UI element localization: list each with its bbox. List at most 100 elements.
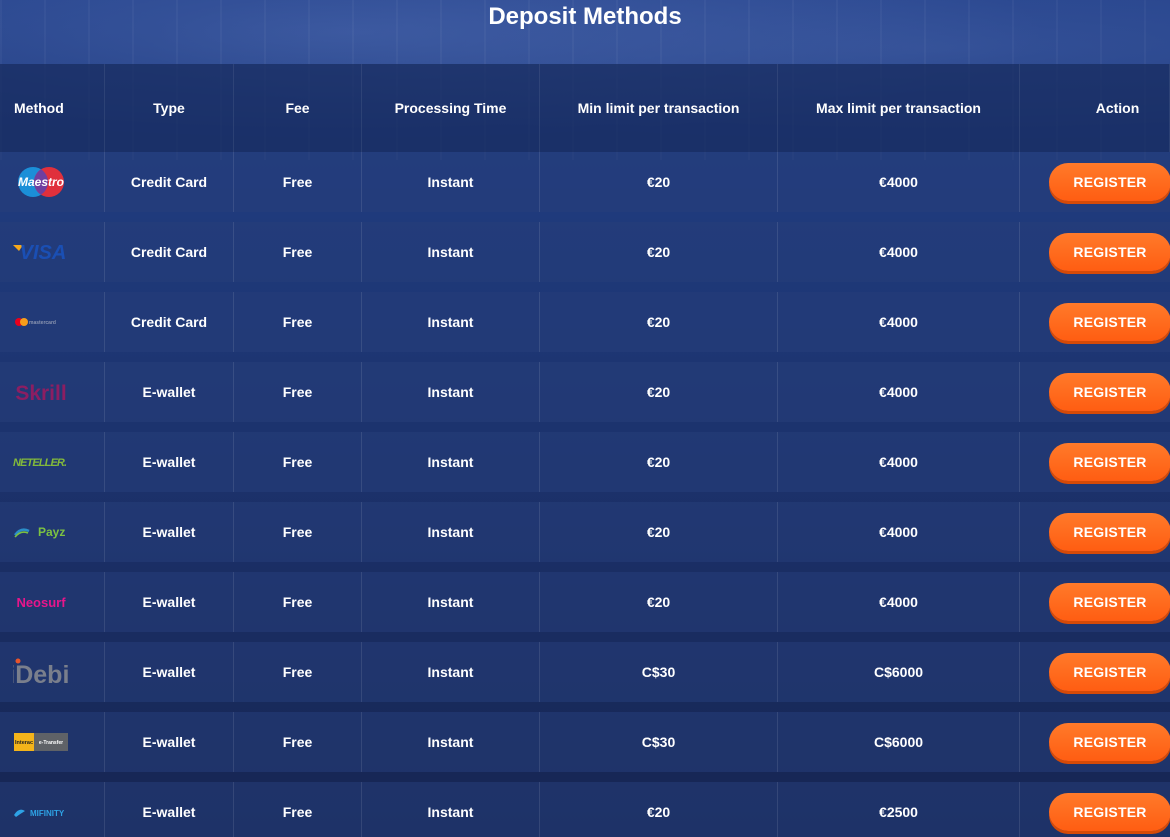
neosurf-logo: Neosurf <box>13 585 69 619</box>
fee-cell: Free <box>234 222 362 282</box>
table-row: VISA Credit Card Free Instant €20 €4000 REGIST… <box>0 222 1170 282</box>
svg-text:mastercard: mastercard <box>29 320 56 326</box>
action-cell: REGISTER <box>1020 502 1170 562</box>
fee-cell: Free <box>234 642 362 702</box>
idebit-logo: iDebit <box>13 655 69 689</box>
type-cell: E-wallet <box>105 712 234 772</box>
svg-text:Neosurf: Neosurf <box>16 595 66 610</box>
neteller-logo: NETELLER. <box>13 445 69 479</box>
header-type: Type <box>105 64 234 152</box>
register-button[interactable]: REGISTER <box>1049 793 1170 831</box>
fee-cell: Free <box>234 362 362 422</box>
fee-cell: Free <box>234 712 362 772</box>
fee-cell: Free <box>234 292 362 352</box>
header-processing-time: Processing Time <box>362 64 540 152</box>
visa-logo: VISA <box>13 235 69 269</box>
table-row: Skrill E-wallet Free Instant €20 €4000 REGISTE… <box>0 362 1170 422</box>
type-cell: E-wallet <box>105 432 234 492</box>
min-limit-cell: €20 <box>540 292 778 352</box>
table-row: Maestro Credit Card Free Instant €20 €4000 REG… <box>0 152 1170 212</box>
type-cell: E-wallet <box>105 642 234 702</box>
register-button[interactable]: REGISTER <box>1049 373 1170 411</box>
table-row: Neosurf E-wallet Free Instant €20 €4000 REGIST… <box>0 572 1170 632</box>
svg-text:Maestro: Maestro <box>18 175 64 189</box>
action-cell: REGISTER <box>1020 572 1170 632</box>
max-limit-cell: C$6000 <box>778 712 1020 772</box>
svg-text:iDebit: iDebit <box>13 661 69 689</box>
fee-cell: Free <box>234 432 362 492</box>
fee-cell: Free <box>234 572 362 632</box>
header-fee: Fee <box>234 64 362 152</box>
processing-time-cell: Instant <box>362 152 540 212</box>
action-cell: REGISTER <box>1020 712 1170 772</box>
min-limit-cell: €20 <box>540 432 778 492</box>
type-cell: Credit Card <box>105 152 234 212</box>
svg-text:MIFINITY: MIFINITY <box>30 809 65 818</box>
processing-time-cell: Instant <box>362 782 540 837</box>
table-row: iDebit E-walletFreeInstantC$30C$6000 REGIS… <box>0 642 1170 702</box>
max-limit-cell: €4000 <box>778 502 1020 562</box>
min-limit-cell: €20 <box>540 152 778 212</box>
mifinity-logo: MIFINITY <box>13 795 69 829</box>
max-limit-cell: €4000 <box>778 222 1020 282</box>
processing-time-cell: Instant <box>362 432 540 492</box>
fee-cell: Free <box>234 782 362 837</box>
type-cell: E-wallet <box>105 362 234 422</box>
register-button[interactable]: REGISTER <box>1049 583 1170 621</box>
method-cell: Interac e-Transfer <box>0 712 105 772</box>
min-limit-cell: €20 <box>540 782 778 837</box>
method-cell: Skrill <box>0 362 105 422</box>
page-title: Deposit Methods <box>488 3 682 30</box>
method-cell: Maestro <box>0 152 105 212</box>
action-cell: REGISTER <box>1020 222 1170 282</box>
min-limit-cell: C$30 <box>540 642 778 702</box>
register-button[interactable]: REGISTER <box>1049 513 1170 551</box>
action-cell: REGISTER <box>1020 362 1170 422</box>
header-min-limit: Min limit per transaction <box>540 64 778 152</box>
register-button[interactable]: REGISTER <box>1049 233 1170 271</box>
max-limit-cell: C$6000 <box>778 642 1020 702</box>
table-row: Interac e-Transfer E-wallet Free Instant C$30… <box>0 712 1170 772</box>
processing-time-cell: Instant <box>362 572 540 632</box>
type-cell: Credit Card <box>105 222 234 282</box>
min-limit-cell: €20 <box>540 362 778 422</box>
register-button[interactable]: REGISTER <box>1049 653 1170 691</box>
max-limit-cell: €4000 <box>778 152 1020 212</box>
fee-cell: Free <box>234 152 362 212</box>
min-limit-cell: C$30 <box>540 712 778 772</box>
method-cell: MIFINITY <box>0 782 105 837</box>
svg-text:e-Transfer: e-Transfer <box>39 740 63 746</box>
skrill-logo: Skrill <box>13 375 69 409</box>
maestro-logo: Maestro <box>13 165 69 199</box>
action-cell: REGISTER <box>1020 432 1170 492</box>
table-row: Payz E-wallet Free Instant €20 €4000 REGISTER <box>0 502 1170 562</box>
processing-time-cell: Instant <box>362 712 540 772</box>
processing-time-cell: Instant <box>362 642 540 702</box>
interac-logo: Interac e-Transfer <box>13 725 69 759</box>
payz-logo: Payz <box>13 515 69 549</box>
table-body: Maestro Credit Card Free Instant €20 €4000 REG… <box>0 152 1170 837</box>
method-cell: NETELLER. <box>0 432 105 492</box>
mastercard-logo: mastercard <box>13 305 69 339</box>
table-header-row: Method Type Fee Processing Time Min limi… <box>0 64 1170 152</box>
header-action: Action <box>1020 64 1170 152</box>
svg-text:Interac: Interac <box>15 740 33 746</box>
max-limit-cell: €4000 <box>778 292 1020 352</box>
processing-time-cell: Instant <box>362 362 540 422</box>
table-row: MIFINITY E-wallet Free Instant €20 €2500 REGIS… <box>0 782 1170 837</box>
max-limit-cell: €4000 <box>778 432 1020 492</box>
register-button[interactable]: REGISTER <box>1049 303 1170 341</box>
type-cell: Credit Card <box>105 292 234 352</box>
max-limit-cell: €4000 <box>778 362 1020 422</box>
register-button[interactable]: REGISTER <box>1049 163 1170 201</box>
table-row: NETELLER. E-wallet Free Instant €20 €4000 REGI… <box>0 432 1170 492</box>
method-cell: iDebit <box>0 642 105 702</box>
svg-text:Payz: Payz <box>38 525 65 539</box>
type-cell: E-wallet <box>105 782 234 837</box>
min-limit-cell: €20 <box>540 572 778 632</box>
action-cell: REGISTER <box>1020 292 1170 352</box>
register-button[interactable]: REGISTER <box>1049 723 1170 761</box>
header-max-limit: Max limit per transaction <box>778 64 1020 152</box>
max-limit-cell: €2500 <box>778 782 1020 837</box>
register-button[interactable]: REGISTER <box>1049 443 1170 481</box>
